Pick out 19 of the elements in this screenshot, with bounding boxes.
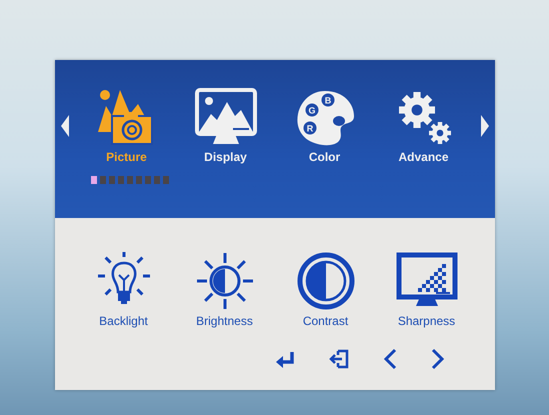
contrast-circle-icon — [296, 252, 354, 310]
setting-label: Backlight — [99, 314, 148, 328]
enter-icon[interactable] — [275, 350, 295, 368]
left-chevron-icon[interactable] — [383, 348, 397, 370]
category-tab[interactable]: Advance — [384, 88, 464, 164]
setting-label: Contrast — [302, 314, 348, 328]
sun-half-icon — [196, 252, 254, 310]
category-tab[interactable]: Picture — [86, 88, 166, 164]
setting-label: Brightness — [196, 314, 253, 328]
exit-icon[interactable] — [329, 349, 349, 369]
left-arrow-icon[interactable] — [61, 115, 69, 137]
palette-letter: R — [306, 124, 313, 134]
right-arrow-icon[interactable] — [481, 115, 489, 137]
palette-letter: G — [308, 106, 315, 116]
right-chevron-icon[interactable] — [431, 348, 445, 370]
category-tab[interactable]: B G R Color — [284, 88, 364, 164]
setting-label: Sharpness — [398, 314, 456, 328]
category-tab[interactable]: Display — [186, 88, 266, 164]
palette-letter: B — [324, 96, 331, 106]
